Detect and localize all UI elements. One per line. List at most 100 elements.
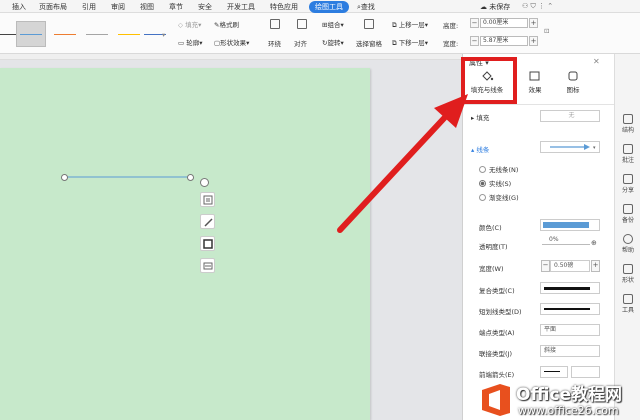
outline-button[interactable]: ▭ 轮廓▾	[178, 37, 203, 47]
sidebar-item-share[interactable]: 分享	[615, 174, 640, 194]
radio-solid-line-circle	[479, 180, 486, 187]
color-picker[interactable]	[540, 219, 600, 231]
join-type-label: 联接类型(J)	[479, 350, 512, 358]
width-increment[interactable]: +	[529, 36, 538, 46]
menu-insert[interactable]: 插入	[12, 2, 26, 12]
line-width-field[interactable]: 0.50磅	[550, 260, 590, 272]
compound-type-label: 复合类型(C)	[479, 287, 515, 295]
outline-quick-button[interactable]	[200, 236, 215, 251]
cap-type-select[interactable]: 平面	[540, 324, 600, 336]
watermark-brand: Office教程网	[516, 385, 623, 405]
radio-no-line[interactable]: 无线条(N)	[479, 164, 518, 174]
rotate-button[interactable]: ↻旋转▾	[322, 37, 344, 47]
fill-select[interactable]: 无	[540, 110, 600, 122]
line-shape[interactable]	[60, 172, 200, 182]
layout-option-button[interactable]	[200, 192, 215, 207]
send-backward-icon: ⧉	[392, 39, 397, 47]
tab-drawing-tools[interactable]: 绘图工具	[309, 1, 349, 13]
wrap-label[interactable]: 环绕	[268, 38, 281, 48]
tab-icons[interactable]: 图标	[553, 70, 593, 94]
menu-bar: 插入 页面布局 引用 审阅 视图 章节 安全 开发工具 特色应用 绘图工具 ⌕查…	[0, 0, 640, 13]
begin-arrow-type-select[interactable]	[540, 366, 568, 378]
ruler	[0, 54, 462, 60]
width-field[interactable]: 5.87厘米	[480, 36, 528, 46]
sidebar-item-share-label: 分享	[621, 187, 634, 194]
align-label[interactable]: 对齐	[294, 38, 307, 48]
transparency-slider[interactable]	[542, 244, 590, 245]
dash-type-select[interactable]	[540, 303, 600, 315]
start-handle[interactable]	[61, 174, 68, 181]
pointer-arrow	[337, 94, 468, 233]
menu-references[interactable]: 引用	[82, 2, 96, 12]
sidebar-item-comment[interactable]: 批注	[615, 144, 640, 164]
width-decrement[interactable]: −	[470, 36, 479, 46]
join-type-select[interactable]: 斜接	[540, 345, 600, 357]
collab-icon[interactable]: ⚇ ⛉ ⋮ ⌃	[522, 2, 553, 11]
format-brush-button[interactable]: ✎格式刷	[214, 19, 239, 29]
group-button[interactable]: ⊞组合▾	[322, 19, 344, 29]
fill-button[interactable]: ◇ 填充▾	[178, 19, 201, 29]
line-style-3[interactable]	[50, 21, 80, 47]
sidebar-item-help-label: 帮助	[621, 247, 634, 254]
more-options-button[interactable]	[200, 258, 215, 273]
structure-icon	[623, 114, 633, 124]
select-pane-icon[interactable]	[364, 19, 374, 29]
panel-close-icon[interactable]: ✕	[593, 57, 600, 66]
search-label: 查找	[360, 3, 375, 11]
share-icon	[623, 174, 633, 184]
menu-developer[interactable]: 开发工具	[227, 2, 255, 12]
send-backward-button[interactable]: ⧉ 下移一层▾	[392, 37, 428, 48]
compound-type-select[interactable]	[540, 282, 600, 294]
sidebar-item-tools[interactable]: 工具	[615, 294, 640, 314]
send-backward-label: 下移一层	[398, 39, 425, 47]
sidebar-item-backup[interactable]: 备份	[615, 204, 640, 224]
size-dialog-icon[interactable]: ⊡	[544, 27, 549, 35]
tab-effects[interactable]: 效果	[515, 70, 555, 94]
menu-view[interactable]: 视图	[140, 2, 154, 12]
height-field[interactable]: 0.00厘米	[480, 18, 528, 28]
menu-security[interactable]: 安全	[198, 2, 212, 12]
document-page[interactable]	[0, 68, 370, 420]
shape-icon	[623, 264, 633, 274]
sidebar-item-structure-label: 结构	[621, 127, 634, 134]
menu-chapter[interactable]: 章节	[169, 2, 183, 12]
cloud-icon: ☁	[480, 3, 487, 11]
select-pane-label[interactable]: 选择窗格	[356, 38, 382, 48]
line-preset-select[interactable]: ▾	[540, 141, 600, 153]
transparency-increment[interactable]: ⊕	[591, 239, 597, 247]
height-increment[interactable]: +	[529, 18, 538, 28]
group-label: 组合	[327, 21, 341, 29]
search-box[interactable]: ⌕查找	[357, 2, 375, 12]
save-status: ☁ 未保存	[480, 2, 510, 12]
right-sidebar: 结构 批注 分享 备份 帮助 形状 工具	[614, 54, 640, 420]
cap-type-label: 端点类型(A)	[479, 329, 515, 337]
radio-gradient-line[interactable]: 渐变线(G)	[479, 192, 519, 202]
sidebar-item-help[interactable]: 帮助	[615, 234, 640, 254]
line-width-increment[interactable]: +	[591, 260, 600, 272]
shape-effect-label: 形状效果	[220, 39, 247, 47]
end-handle[interactable]	[187, 174, 194, 181]
begin-arrow-size-select[interactable]	[571, 366, 600, 378]
color-swatch	[543, 222, 589, 228]
line-width-decrement[interactable]: −	[541, 260, 550, 272]
bring-forward-button[interactable]: ⧉ 上移一层▾	[392, 19, 428, 30]
menu-special[interactable]: 特色应用	[270, 2, 298, 12]
line-style-2[interactable]	[16, 21, 46, 47]
watermark-url: www.office26.com	[518, 404, 619, 417]
wrap-icon[interactable]	[270, 19, 280, 29]
shape-effect-button[interactable]: ▢形状效果▾	[214, 37, 249, 47]
layout-icon	[203, 195, 213, 205]
sidebar-item-shape-label: 形状	[621, 277, 634, 284]
sidebar-item-shape[interactable]: 形状	[615, 264, 640, 284]
menu-review[interactable]: 审阅	[111, 2, 125, 12]
edit-shape-button[interactable]	[200, 214, 215, 229]
height-decrement[interactable]: −	[470, 18, 479, 28]
sidebar-item-structure[interactable]: 结构	[615, 114, 640, 134]
line-style-4[interactable]	[82, 21, 112, 47]
gallery-arrow-icon[interactable]: ▾	[162, 31, 165, 39]
collapse-handle[interactable]	[200, 178, 209, 187]
radio-solid-line[interactable]: 实线(S)	[479, 178, 511, 188]
line-style-6[interactable]	[140, 21, 170, 47]
menu-page-layout[interactable]: 页面布局	[39, 2, 67, 12]
align-icon[interactable]	[297, 19, 307, 29]
